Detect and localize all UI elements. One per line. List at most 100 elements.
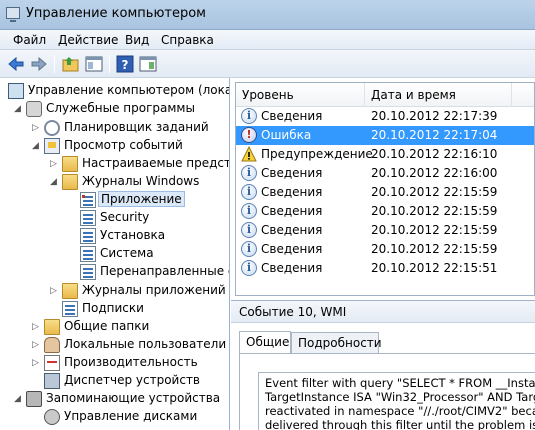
svg-text:?: ? [122,58,129,72]
folder-icon [62,156,78,172]
info-icon [241,260,257,276]
collapse-arrow-icon[interactable]: ◢ [14,394,22,404]
expand-arrow-icon[interactable]: ▷ [32,322,40,332]
info-icon [241,241,257,257]
menu-file[interactable]: Файл [13,33,46,47]
tab-label: Подробности [298,336,382,350]
tree-label: Просмотр событий [64,138,183,152]
table-row[interactable]: Сведения 20.10.2012 22:15:59 [236,202,534,221]
expand-arrow-icon[interactable]: ▷ [50,159,58,169]
event-level: Сведения [261,185,323,199]
collapse-arrow-icon[interactable]: ◢ [50,177,58,187]
table-row[interactable]: Сведения 20.10.2012 22:15:59 [236,221,534,240]
event-datetime: 20.10.2012 22:15:59 [371,242,498,256]
results-pane: Уровень Дата и время Сведения 20.10.2012 … [231,78,535,430]
tree-label: Диспетчер устройств [64,373,201,387]
event-datetime: 20.10.2012 22:15:59 [371,185,498,199]
console-tree: Управление компьютером (локальным) ◢ Слу… [0,78,230,430]
error-icon [241,127,257,143]
tab-general[interactable]: Общие [239,331,291,354]
info-icon [241,184,257,200]
info-icon [241,165,257,181]
subscriptions-icon [62,301,78,317]
event-detail-title: Событие 10, WMI [239,305,347,319]
event-level: Сведения [261,261,323,275]
tree-label: Security [100,210,150,224]
event-level: Сведения [261,204,323,218]
menu-view[interactable]: Вид [125,33,149,47]
tree-label: Планировщик заданий [64,120,209,134]
tree-label: Настраиваемые представления [82,156,230,170]
event-detail-title-bar: Событие 10, WMI [231,301,535,323]
up-folder-icon[interactable] [61,54,81,74]
log-icon [80,264,96,280]
disk-icon [44,409,60,425]
event-message-line: delivered through this filter until the … [265,418,535,430]
column-header-datetime[interactable]: Дата и время [371,88,456,102]
tab-label: Общие [246,335,290,349]
table-row[interactable]: Предупреждение 20.10.2012 22:16:10 [236,145,534,164]
forward-arrow-icon[interactable] [29,54,49,74]
log-icon [80,246,96,262]
warning-icon [241,145,257,162]
tree-label: Журналы приложений и служб [82,283,229,297]
tree-label: Управление компьютером (локальным) [28,83,230,97]
table-row[interactable]: Сведения 20.10.2012 22:15:59 [236,183,534,202]
table-row[interactable]: Сведения 20.10.2012 22:16:00 [236,164,534,183]
info-icon [241,222,257,238]
tree-label: Журналы Windows [82,174,200,188]
show-action-pane-icon[interactable] [138,54,158,74]
table-row[interactable]: Сведения 20.10.2012 22:15:51 [236,259,534,278]
expand-arrow-icon[interactable]: ▷ [32,358,40,368]
table-row[interactable]: Ошибка 20.10.2012 22:17:04 [236,126,534,145]
collapse-arrow-icon[interactable]: ◢ [32,141,40,151]
event-level: Ошибка [261,128,312,142]
title-bar: Управление компьютером [0,0,535,30]
clock-icon [44,120,60,136]
folder-icon [62,283,78,299]
event-message-line: reactivated in namespace "//./root/CIMV2… [265,404,535,418]
folder-icon [62,174,78,190]
tab-general-content: Event filter with query "SELECT * FROM _… [239,353,535,430]
device-manager-icon [44,373,60,389]
event-message-box[interactable]: Event filter with query "SELECT * FROM _… [258,372,535,430]
column-separator[interactable] [364,83,365,107]
tab-details[interactable]: Подробности [291,332,382,354]
log-icon [80,228,96,244]
menu-help[interactable]: Справка [161,33,214,47]
events-list-header: Уровень Дата и время [236,83,534,107]
menu-action[interactable]: Действие [58,33,118,47]
tree-label: Запоминающие устройства [46,391,221,405]
show-hide-tree-icon[interactable] [84,54,104,74]
collapse-arrow-icon[interactable]: ◢ [14,104,22,114]
computer-management-icon [6,7,20,22]
column-header-level[interactable]: Уровень [242,88,294,102]
toolbar-separator [109,55,110,73]
expand-arrow-icon[interactable]: ▷ [32,340,40,350]
users-icon [44,337,60,353]
info-icon [241,203,257,219]
event-viewer-icon [44,138,60,154]
log-icon [80,192,96,208]
table-row[interactable]: Сведения 20.10.2012 22:17:39 [236,107,534,126]
toolbar-separator [54,55,55,73]
tree-label: Установка [100,228,166,242]
event-datetime: 20.10.2012 22:15:59 [371,223,498,237]
event-message-line: TargetInstance ISA "Win32_Processor" AND… [265,390,535,404]
tree-label: Служебные программы [46,101,195,115]
expand-arrow-icon[interactable]: ▷ [32,123,40,133]
back-arrow-icon[interactable] [6,54,26,74]
column-separator[interactable] [511,83,512,107]
expand-arrow-icon[interactable]: ▷ [50,286,58,296]
help-icon[interactable]: ? [115,54,135,74]
table-row[interactable]: Сведения 20.10.2012 22:15:59 [236,240,534,259]
tree-label: Приложение [98,191,185,207]
menu-bar: Файл Действие Вид Справка [0,30,535,50]
toolbar: ? [0,50,535,78]
computer-icon [8,83,24,99]
tree-label: Управление дисками [64,409,198,423]
events-list: Уровень Дата и время Сведения 20.10.2012 … [235,82,535,296]
event-datetime: 20.10.2012 22:16:10 [371,147,498,161]
event-datetime: 20.10.2012 22:17:04 [371,128,498,142]
log-icon [80,210,96,226]
